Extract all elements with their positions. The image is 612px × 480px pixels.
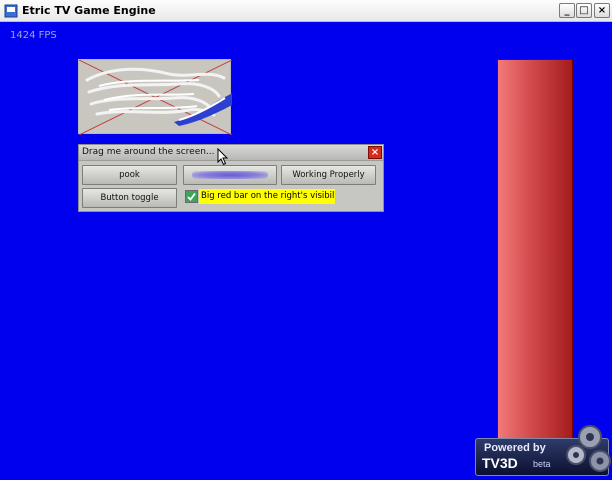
watermark-powered-by: Powered by [484, 442, 546, 454]
fps-counter: 1424 FPS [10, 30, 57, 41]
tv3d-watermark: Powered by TV3D beta [475, 425, 611, 476]
scribble-image [78, 59, 233, 136]
texture-panel [78, 59, 233, 136]
watermark-beta: beta [533, 459, 551, 469]
window-title: Etric TV Game Engine [22, 4, 156, 17]
minimize-button[interactable]: _ [559, 3, 575, 18]
draggable-dialog[interactable]: Drag me around the screen... × pook Work… [78, 144, 384, 212]
dialog-close-button[interactable]: × [368, 146, 382, 159]
app-icon [4, 4, 18, 18]
glow-button[interactable] [183, 165, 277, 185]
dialog-titlebar[interactable]: Drag me around the screen... × [79, 145, 383, 161]
dialog-title: Drag me around the screen... [82, 147, 215, 157]
render-viewport[interactable]: 1424 FPS Drag me around the screen... × … [0, 22, 612, 480]
mouse-cursor-icon [217, 148, 229, 166]
red-bar-visibility-label[interactable]: Big red bar on the right's visibility [199, 189, 335, 204]
window-titlebar[interactable]: Etric TV Game Engine _ □ × [0, 0, 612, 22]
big-red-bar [497, 59, 573, 449]
red-bar-visibility-checkbox[interactable] [185, 190, 198, 203]
button-toggle-button[interactable]: Button toggle [82, 188, 177, 208]
close-button[interactable]: × [594, 3, 610, 18]
maximize-button[interactable]: □ [576, 3, 592, 18]
checkmark-icon [186, 191, 197, 202]
working-properly-button[interactable]: Working Properly [281, 165, 376, 185]
gears-logo-icon [566, 425, 611, 472]
glow-effect [192, 171, 268, 179]
pook-button[interactable]: pook [82, 165, 177, 185]
watermark-brand: TV3D [482, 455, 518, 471]
